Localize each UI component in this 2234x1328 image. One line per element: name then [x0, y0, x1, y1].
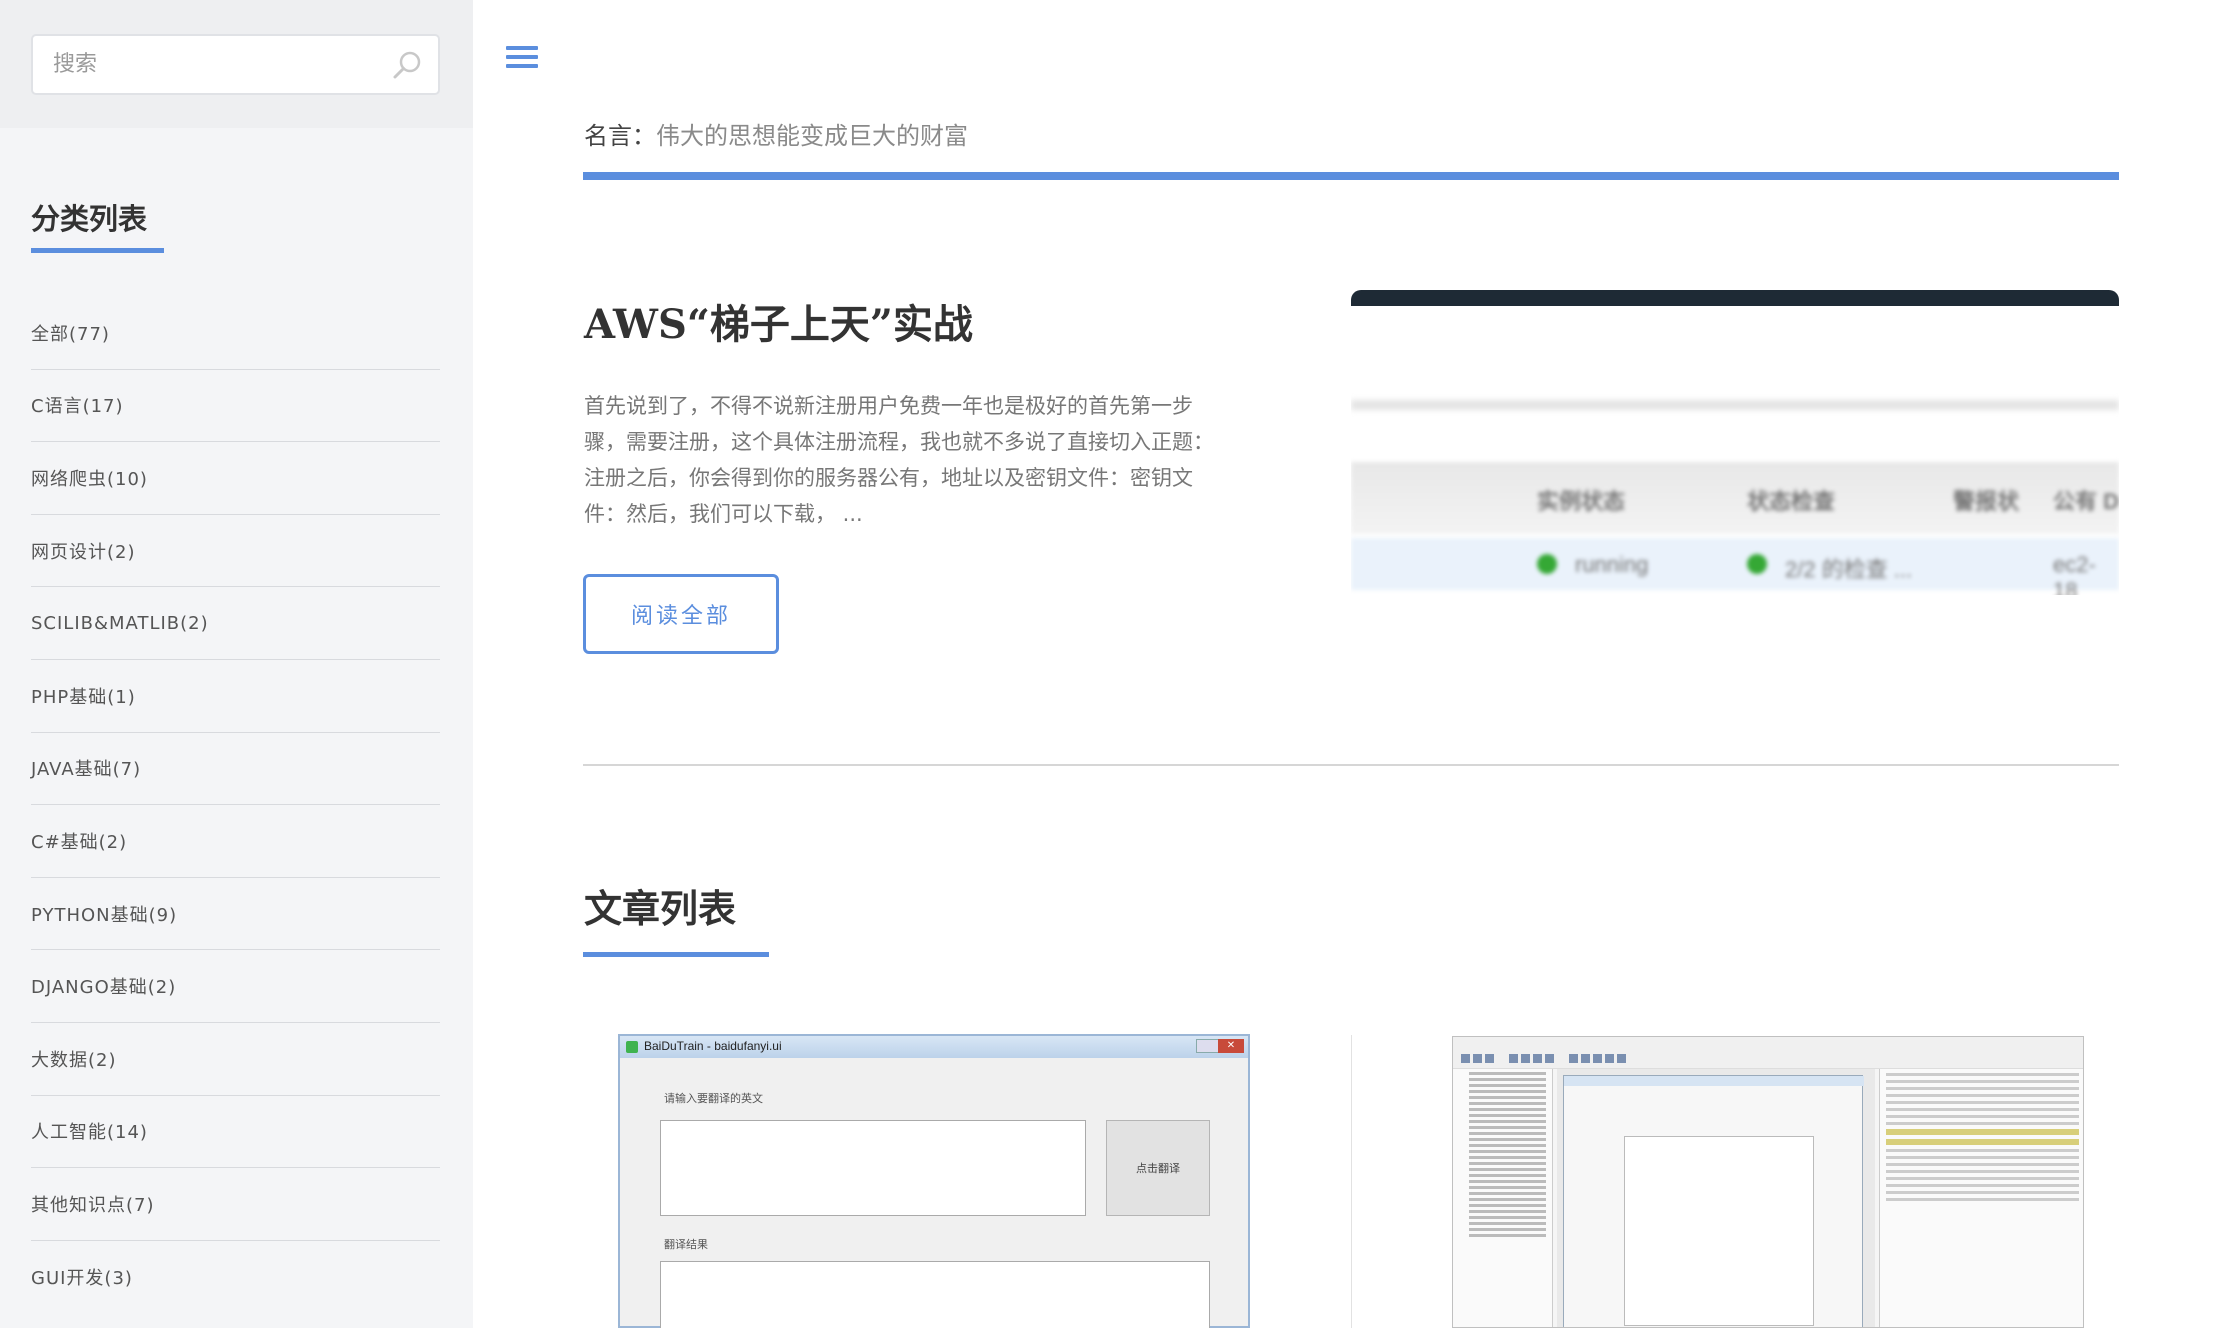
- category-item-csharp[interactable]: C#基础(2): [31, 805, 440, 878]
- search-area: [0, 0, 473, 128]
- sidebar: 分类列表 全部(77) C语言(17) 网络爬虫(10) 网页设计(2) SCI…: [0, 0, 473, 1328]
- article-thumbnail-2[interactable]: [1452, 1036, 2084, 1328]
- article-thumbnail-1[interactable]: BaiDuTrain - baidufanyi.ui ✕ 请输入要翻译的英文 点…: [618, 1034, 1250, 1328]
- quote: 名言：伟大的思想能变成巨大的财富: [584, 116, 968, 151]
- category-list: 全部(77) C语言(17) 网络爬虫(10) 网页设计(2) SCILIB&M…: [31, 297, 440, 1313]
- category-item-crawler[interactable]: 网络爬虫(10): [31, 442, 440, 515]
- read-more-button[interactable]: 阅读全部: [583, 574, 779, 654]
- article-column-divider: [1351, 1035, 1352, 1328]
- minimize-icon: [1196, 1039, 1220, 1053]
- category-item-python[interactable]: PYTHON基础(9): [31, 878, 440, 951]
- thumb-input-box: [660, 1120, 1086, 1216]
- thumb-result-box: [660, 1261, 1210, 1328]
- thumb-widget-box: [1453, 1069, 1553, 1327]
- quote-divider-bar: [583, 172, 2119, 180]
- thumb-design-area: [1557, 1069, 1875, 1327]
- category-item-php[interactable]: PHP基础(1): [31, 660, 440, 733]
- article-list-underline: [583, 952, 769, 957]
- quote-label: 名言：: [584, 122, 656, 150]
- category-item-java[interactable]: JAVA基础(7): [31, 733, 440, 806]
- search-icon[interactable]: [392, 49, 424, 81]
- category-item-c[interactable]: C语言(17): [31, 370, 440, 443]
- section-divider: [583, 764, 2119, 766]
- image-col-check: 状态检查: [1747, 489, 1836, 514]
- image-col-state: 实例状态: [1537, 489, 1626, 514]
- category-item-other[interactable]: 其他知识点(7): [31, 1168, 440, 1241]
- image-col-dns: 公有 D: [2053, 489, 2119, 514]
- thumb-toolbar: [1453, 1037, 2083, 1069]
- category-item-all[interactable]: 全部(77): [31, 297, 440, 370]
- category-item-web-design[interactable]: 网页设计(2): [31, 515, 440, 588]
- thumb-window-title: BaiDuTrain - baidufanyi.ui: [644, 1039, 782, 1053]
- image-row-state: running: [1575, 552, 1649, 577]
- category-item-big-data[interactable]: 大数据(2): [31, 1023, 440, 1096]
- image-row-check: 2/2 的检查 ...: [1785, 557, 1913, 582]
- thumb-property-panel: [1879, 1069, 2083, 1327]
- thumb-input-label: 请输入要翻译的英文: [664, 1093, 763, 1105]
- quote-text: 伟大的思想能变成巨大的财富: [656, 122, 968, 150]
- featured-post-excerpt: 首先说到了，不得不说新注册用户免费一年也是极好的首先第一步骤，需要注册，这个具体…: [584, 394, 1214, 526]
- title-underline: [31, 248, 164, 253]
- thumb-translate-button: 点击翻译: [1106, 1120, 1210, 1216]
- app-icon: [626, 1041, 638, 1053]
- category-item-ai[interactable]: 人工智能(14): [31, 1096, 440, 1169]
- search-box[interactable]: [31, 34, 440, 95]
- search-input[interactable]: [53, 36, 383, 93]
- close-icon: ✕: [1218, 1039, 1244, 1053]
- category-list-title: 分类列表: [31, 202, 148, 236]
- article-list-title: 文章列表: [584, 886, 737, 931]
- featured-post-image[interactable]: 实例状态 状态检查 警报状 公有 D running 2/2 的检查 ... e…: [1351, 290, 2119, 595]
- running-status-icon: [1537, 554, 1557, 574]
- category-item-gui[interactable]: GUI开发(3): [31, 1241, 440, 1314]
- image-col-alarm: 警报状: [1953, 489, 2020, 514]
- hamburger-menu-icon[interactable]: [506, 46, 538, 74]
- category-item-scilib-matlib[interactable]: SCILIB&MATLIB(2): [31, 587, 440, 660]
- check-status-icon: [1747, 554, 1767, 574]
- featured-post-title[interactable]: AWS“梯子上天”实战: [584, 292, 973, 350]
- thumb-result-label: 翻译结果: [664, 1239, 708, 1251]
- image-row-dns: ec2-18: [2053, 552, 2096, 595]
- category-item-django[interactable]: DJANGO基础(2): [31, 950, 440, 1023]
